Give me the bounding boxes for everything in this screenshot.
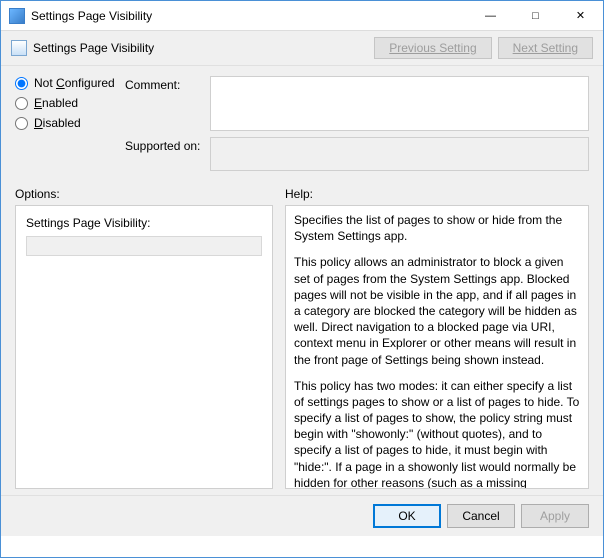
help-label: Help:: [285, 187, 589, 201]
cancel-button[interactable]: Cancel: [447, 504, 515, 528]
maximize-button[interactable]: □: [513, 1, 558, 30]
help-text-p1: Specifies the list of pages to show or h…: [294, 212, 580, 244]
radio-not-configured-input[interactable]: [15, 77, 28, 90]
radio-enabled-input[interactable]: [15, 97, 28, 110]
settings-page-visibility-input[interactable]: [26, 236, 262, 256]
minimize-button[interactable]: ―: [468, 1, 513, 30]
footer: OK Cancel Apply: [1, 495, 603, 536]
config-area: Not Configured Enabled Disabled Comment:…: [1, 66, 603, 181]
options-label: Options:: [15, 187, 285, 201]
window-title: Settings Page Visibility: [31, 9, 468, 23]
previous-setting-button[interactable]: Previous Setting: [374, 37, 491, 59]
titlebar: Settings Page Visibility ― □ ✕: [1, 1, 603, 31]
radio-not-configured-label: Not Configured: [34, 76, 115, 90]
radio-disabled-input[interactable]: [15, 117, 28, 130]
toolbar: Settings Page Visibility Previous Settin…: [1, 31, 603, 66]
window-controls: ― □ ✕: [468, 1, 603, 30]
help-pane[interactable]: Specifies the list of pages to show or h…: [285, 205, 589, 489]
comment-label: Comment:: [125, 76, 210, 131]
next-setting-button[interactable]: Next Setting: [498, 37, 593, 59]
options-pane: Settings Page Visibility:: [15, 205, 273, 489]
help-text-p3: This policy has two modes: it can either…: [294, 378, 580, 489]
radio-enabled-label: Enabled: [34, 96, 78, 110]
radio-disabled[interactable]: Disabled: [15, 116, 125, 130]
policy-icon: [11, 40, 27, 56]
toolbar-title: Settings Page Visibility: [33, 41, 368, 55]
radio-disabled-label: Disabled: [34, 116, 81, 130]
supported-on-box: [210, 137, 589, 171]
radio-enabled[interactable]: Enabled: [15, 96, 125, 110]
radio-not-configured[interactable]: Not Configured: [15, 76, 125, 90]
section-labels: Options: Help:: [1, 181, 603, 205]
close-button[interactable]: ✕: [558, 1, 603, 30]
options-field-label: Settings Page Visibility:: [26, 216, 262, 230]
ok-button[interactable]: OK: [373, 504, 441, 528]
apply-button[interactable]: Apply: [521, 504, 589, 528]
comment-input[interactable]: [210, 76, 589, 131]
supported-label: Supported on:: [125, 137, 210, 171]
help-text-p2: This policy allows an administrator to b…: [294, 254, 580, 367]
fields: Comment: Supported on:: [125, 76, 589, 177]
lower-panes: Settings Page Visibility: Specifies the …: [1, 205, 603, 495]
state-radios: Not Configured Enabled Disabled: [15, 76, 125, 177]
app-icon: [9, 8, 25, 24]
